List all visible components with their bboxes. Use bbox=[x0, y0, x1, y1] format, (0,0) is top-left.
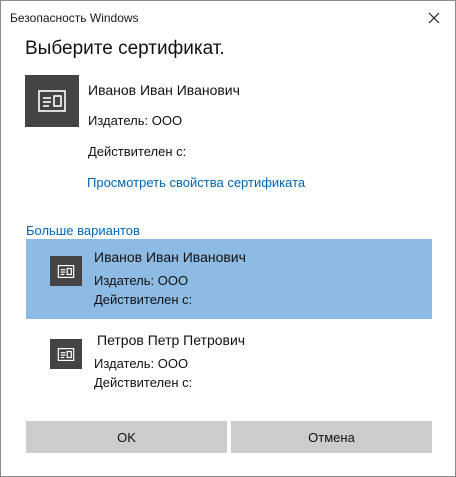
view-certificate-properties-link[interactable]: Просмотреть свойства сертификата bbox=[87, 175, 305, 190]
certificate-list-item[interactable]: Петров Петр Петрович Издатель: ООО Дейст… bbox=[26, 322, 432, 402]
certificate-name: Петров Петр Петрович bbox=[97, 332, 246, 348]
certificate-dialog: Безопасность Windows Выберите сертификат… bbox=[0, 0, 456, 477]
certificate-valid-from: Действителен с: bbox=[94, 292, 193, 307]
more-options-link[interactable]: Больше вариантов bbox=[26, 223, 140, 238]
selected-certificate-valid-from: Действителен с: bbox=[88, 144, 187, 159]
certificate-valid-from: Действителен с: bbox=[94, 375, 193, 390]
certificate-icon bbox=[50, 339, 82, 369]
certificate-icon bbox=[50, 256, 82, 286]
certificate-name: Иванов Иван Иванович bbox=[94, 249, 246, 265]
certificate-issuer: Издатель: ООО bbox=[94, 273, 189, 288]
window-title: Безопасность Windows bbox=[10, 11, 139, 25]
certificate-list-item[interactable]: Иванов Иван Иванович Издатель: ООО Дейст… bbox=[26, 239, 432, 319]
certificate-issuer: Издатель: ООО bbox=[94, 356, 189, 371]
cancel-button[interactable]: Отмена bbox=[231, 421, 432, 453]
dialog-heading: Выберите сертификат. bbox=[25, 38, 225, 59]
selected-certificate-name: Иванов Иван Иванович bbox=[88, 82, 240, 98]
ok-button[interactable]: OK bbox=[26, 421, 227, 453]
selected-certificate-issuer: Издатель: ООО bbox=[88, 113, 183, 128]
certificate-icon bbox=[25, 75, 79, 127]
close-icon bbox=[423, 7, 445, 29]
close-button[interactable] bbox=[423, 7, 445, 29]
